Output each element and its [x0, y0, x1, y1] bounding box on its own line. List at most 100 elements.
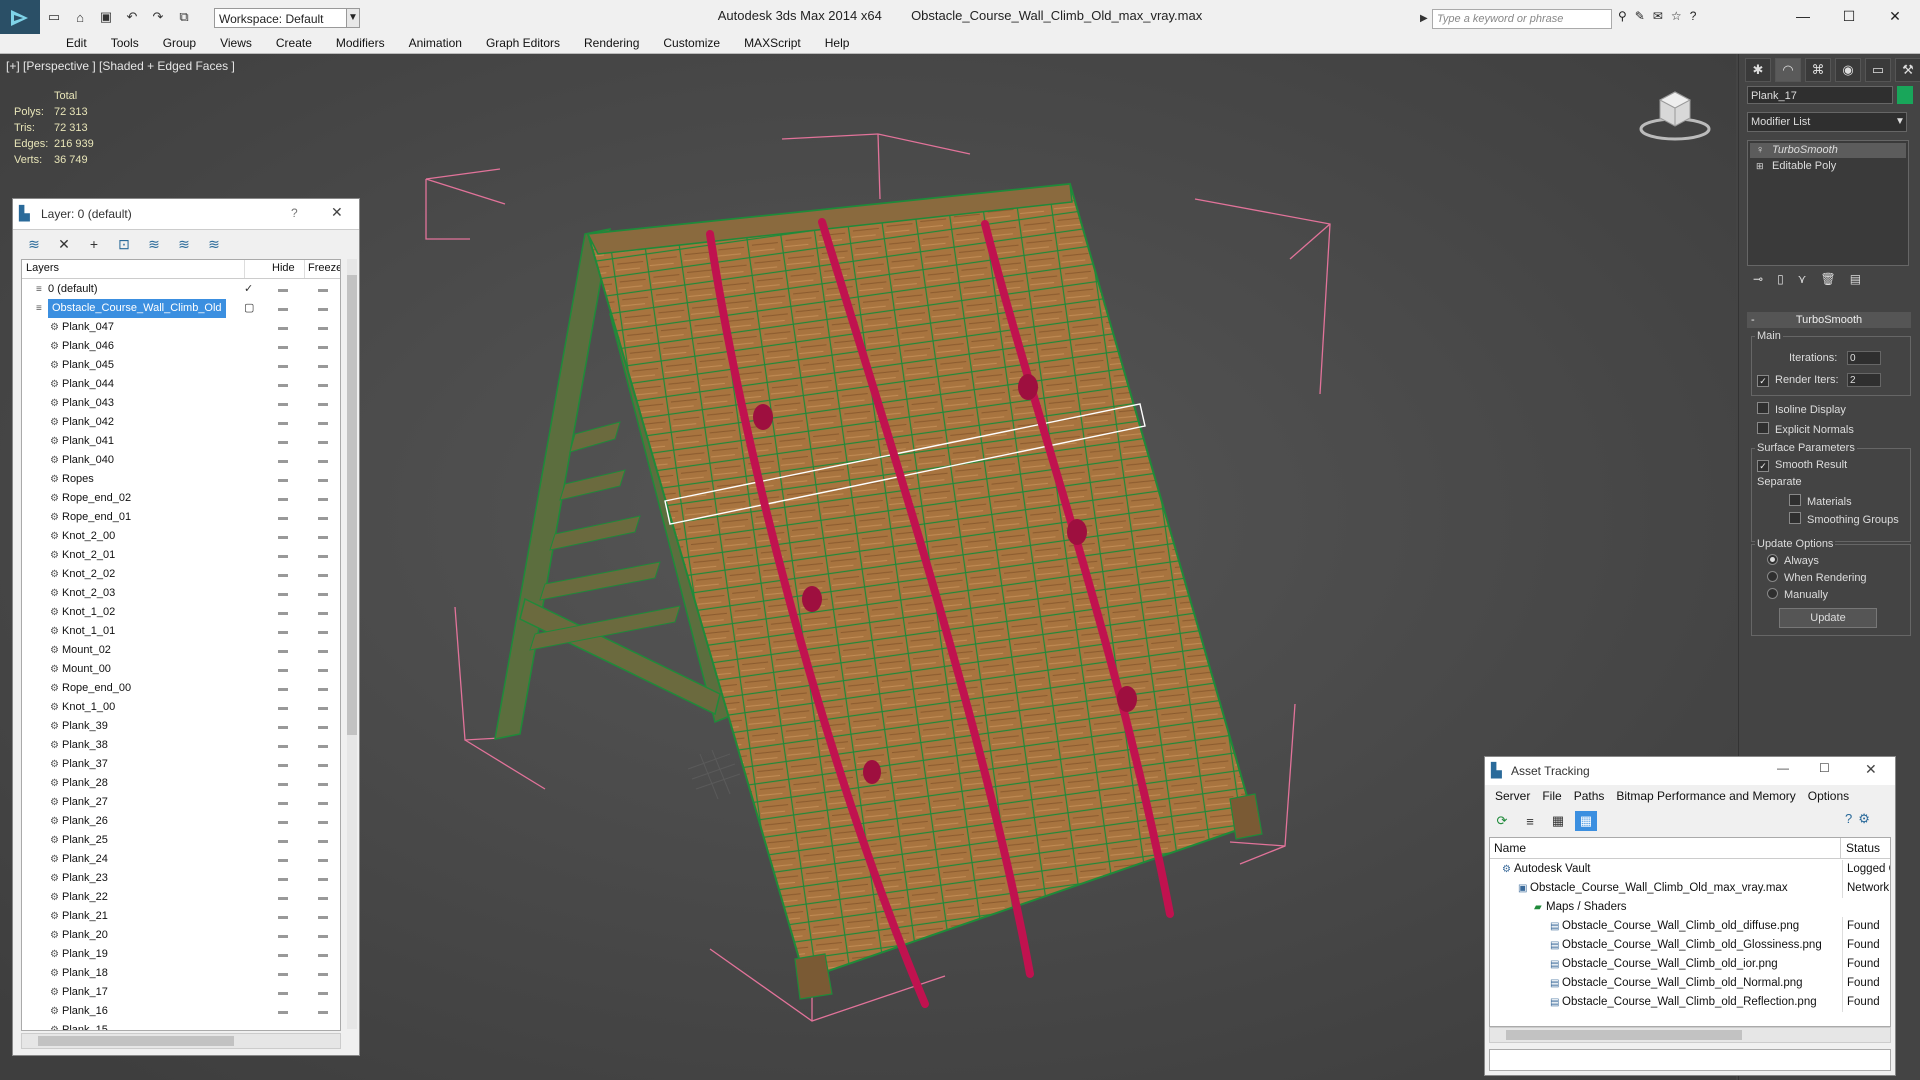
- freeze-toggle[interactable]: ▬: [318, 964, 328, 983]
- render-iters-spinner[interactable]: 2: [1847, 373, 1881, 387]
- freeze-toggle[interactable]: ▬: [318, 451, 328, 470]
- layer-row[interactable]: ⚙ Plank_38 ▬ ▬: [22, 736, 328, 755]
- layer-row[interactable]: ⚙ Plank_046 ▬ ▬: [22, 337, 328, 356]
- layer-row[interactable]: ⚙ Plank_15 ▬ ▬: [22, 1021, 328, 1030]
- modify-tab-icon[interactable]: ◠: [1775, 58, 1801, 82]
- hide-toggle[interactable]: ▬: [278, 964, 288, 983]
- layer-row[interactable]: ⚙ Rope_end_00 ▬ ▬: [22, 679, 328, 698]
- layer-row[interactable]: ⚙ Knot_2_01 ▬ ▬: [22, 546, 328, 565]
- layer-row[interactable]: ⚙ Plank_18 ▬ ▬: [22, 964, 328, 983]
- configure-sets-icon[interactable]: ▤: [1850, 272, 1861, 286]
- search-input[interactable]: Type a keyword or phrase: [1432, 9, 1612, 29]
- chevron-down-icon[interactable]: ▼: [1893, 113, 1907, 131]
- freeze-toggle[interactable]: ▬: [318, 812, 328, 831]
- tree-view-icon[interactable]: ▦: [1547, 811, 1569, 831]
- when-rendering-radio[interactable]: [1767, 571, 1778, 582]
- update-button[interactable]: Update: [1779, 608, 1877, 628]
- refresh-icon[interactable]: ⟳: [1491, 811, 1513, 831]
- hide-toggle[interactable]: ▬: [278, 565, 288, 584]
- layer-row[interactable]: ⚙ Plank_39 ▬ ▬: [22, 717, 328, 736]
- layer-row[interactable]: ⚙ Rope_end_01 ▬ ▬: [22, 508, 328, 527]
- freeze-toggle[interactable]: ▬: [318, 983, 328, 1002]
- freeze-toggle[interactable]: ▬: [318, 755, 328, 774]
- hide-toggle[interactable]: ▬: [278, 698, 288, 717]
- hide-toggle[interactable]: ▬: [278, 337, 288, 356]
- hide-toggle[interactable]: ▬: [278, 318, 288, 337]
- menu-maxscript[interactable]: MAXScript: [732, 34, 813, 53]
- menu-rendering[interactable]: Rendering: [572, 34, 651, 53]
- delete-layer-icon[interactable]: ✕: [53, 233, 75, 255]
- asset-menu-bitmap[interactable]: Bitmap Performance and Memory: [1610, 787, 1801, 805]
- hide-toggle[interactable]: ▬: [278, 1002, 288, 1021]
- table-view-icon[interactable]: ▦: [1575, 811, 1597, 831]
- hide-toggle[interactable]: ▬: [278, 1021, 288, 1030]
- menu-modifiers[interactable]: Modifiers: [324, 34, 397, 53]
- stack-item-turbosmooth[interactable]: ♀ TurboSmooth: [1750, 143, 1906, 158]
- app-logo-icon[interactable]: [0, 0, 40, 36]
- column-hide[interactable]: Hide: [272, 262, 295, 274]
- scrollbar-thumb[interactable]: [1506, 1030, 1742, 1040]
- explicit-normals-row[interactable]: Explicit Normals: [1757, 422, 1854, 436]
- asset-row[interactable]: ▤ Obstacle_Course_Wall_Climb_old_diffuse.…: [1490, 917, 1890, 936]
- freeze-toggle[interactable]: ▬: [318, 337, 328, 356]
- hide-toggle[interactable]: ▬: [278, 280, 288, 299]
- project-icon[interactable]: ⧉: [174, 7, 194, 27]
- hide-toggle[interactable]: ▬: [278, 470, 288, 489]
- minimize-icon[interactable]: —: [1780, 0, 1826, 32]
- viewport-label[interactable]: [+] [Perspective ] [Shaded + Edged Faces…: [6, 59, 235, 73]
- scrollbar-thumb[interactable]: [347, 275, 357, 735]
- isoline-row[interactable]: Isoline Display: [1757, 402, 1846, 416]
- display-tab-icon[interactable]: ▭: [1865, 58, 1891, 82]
- hide-toggle[interactable]: ▬: [278, 888, 288, 907]
- manually-row[interactable]: Manually: [1767, 588, 1828, 601]
- freeze-all-icon[interactable]: ≋: [203, 233, 225, 255]
- asset-menu-file[interactable]: File: [1536, 787, 1567, 805]
- help-icon[interactable]: ?: [1690, 9, 1697, 23]
- asset-row[interactable]: ▣ Obstacle_Course_Wall_Climb_Old_max_vray…: [1490, 879, 1890, 898]
- layer-row[interactable]: ⚙ Plank_19 ▬ ▬: [22, 945, 328, 964]
- freeze-toggle[interactable]: ▬: [318, 375, 328, 394]
- explicit-normals-checkbox[interactable]: [1757, 422, 1769, 434]
- layer-row[interactable]: ⚙ Plank_37 ▬ ▬: [22, 755, 328, 774]
- hide-toggle[interactable]: ▬: [278, 983, 288, 1002]
- smooth-result-checkbox[interactable]: ✓: [1757, 460, 1769, 472]
- layer-row[interactable]: ⚙ Plank_23 ▬ ▬: [22, 869, 328, 888]
- freeze-toggle[interactable]: ▬: [318, 1002, 328, 1021]
- when-rendering-row[interactable]: When Rendering: [1767, 571, 1867, 584]
- smooth-result-row[interactable]: ✓ Smooth Result: [1757, 459, 1847, 472]
- freeze-toggle[interactable]: ▬: [318, 831, 328, 850]
- turbosmooth-rollout-header[interactable]: - TurboSmooth: [1747, 312, 1911, 328]
- hide-toggle[interactable]: ▬: [278, 793, 288, 812]
- freeze-toggle[interactable]: ▬: [318, 565, 328, 584]
- freeze-toggle[interactable]: ▬: [318, 413, 328, 432]
- create-layer-icon[interactable]: ≋: [23, 233, 45, 255]
- always-radio[interactable]: [1767, 554, 1778, 565]
- layer-row[interactable]: ⚙ Plank_26 ▬ ▬: [22, 812, 328, 831]
- layer-row[interactable]: ⚙ Plank_041 ▬ ▬: [22, 432, 328, 451]
- hide-toggle[interactable]: ▬: [278, 850, 288, 869]
- hierarchy-tab-icon[interactable]: ⌘: [1805, 58, 1831, 82]
- favorites-icon[interactable]: ☆: [1671, 9, 1682, 23]
- pin-stack-icon[interactable]: ⊸: [1753, 272, 1763, 286]
- object-name-field[interactable]: Plank_17: [1747, 86, 1893, 104]
- hide-toggle[interactable]: ▬: [278, 945, 288, 964]
- asset-row[interactable]: ▤ Obstacle_Course_Wall_Climb_old_ior.png F…: [1490, 955, 1890, 974]
- object-color-swatch[interactable]: [1897, 86, 1913, 104]
- hide-toggle[interactable]: ▬: [278, 926, 288, 945]
- hide-toggle[interactable]: ▬: [278, 508, 288, 527]
- asset-table[interactable]: Name Status ⚙Autodesk VaultLogged O▣Obst…: [1489, 837, 1891, 1027]
- close-icon[interactable]: ✕: [1872, 0, 1918, 32]
- freeze-toggle[interactable]: ▬: [318, 945, 328, 964]
- freeze-toggle[interactable]: ▬: [318, 698, 328, 717]
- layer-row[interactable]: ⚙ Plank_24 ▬ ▬: [22, 850, 328, 869]
- hide-toggle[interactable]: ▬: [278, 451, 288, 470]
- redo-icon[interactable]: ↷: [148, 7, 168, 27]
- column-name[interactable]: Name: [1494, 841, 1526, 855]
- column-status[interactable]: Status: [1846, 841, 1880, 855]
- layer-row[interactable]: ≡ 0 (default) ✓ ▬ ▬: [22, 280, 328, 299]
- layer-row[interactable]: ⚙ Rope_end_02 ▬ ▬: [22, 489, 328, 508]
- layer-vertical-scrollbar[interactable]: [347, 259, 357, 1029]
- asset-menu-options[interactable]: Options: [1802, 787, 1855, 805]
- hide-toggle[interactable]: ▬: [278, 755, 288, 774]
- column-layers[interactable]: Layers: [26, 262, 59, 274]
